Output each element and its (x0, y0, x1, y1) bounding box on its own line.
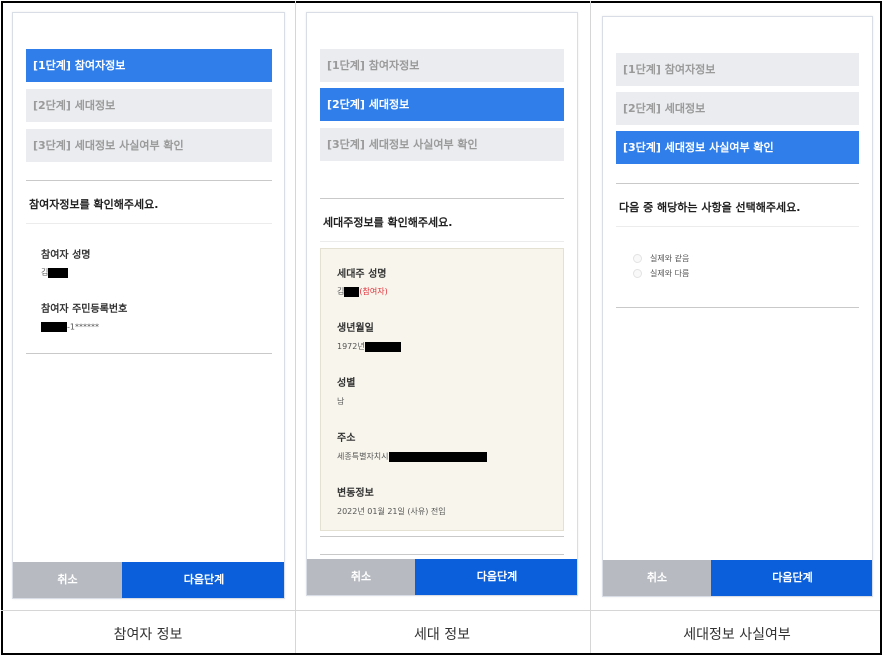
cancel-button[interactable]: 취소 (307, 559, 415, 595)
address-label: 주소 (337, 433, 356, 444)
head-name-value: 김 (참여자) (337, 286, 388, 297)
participant-id-value: -1****** (41, 322, 99, 332)
divider (26, 223, 272, 224)
participant-name-value: 김 (41, 267, 69, 278)
redaction-bar (364, 341, 401, 352)
redaction-bar (41, 322, 67, 332)
divider (616, 183, 859, 184)
address-value: 세종특별자치시 (337, 451, 487, 462)
cancel-button[interactable]: 취소 (603, 560, 711, 596)
step-2-tab[interactable]: [2단계] 세대정보 (26, 89, 272, 122)
participant-id-label: 참여자 주민등록번호 (41, 304, 128, 315)
step-3-tab[interactable]: [3단계] 세대정보 사실여부 확인 (26, 129, 272, 162)
step-2-tab[interactable]: [2단계] 세대정보 (616, 92, 859, 125)
head-name-label: 세대주 성명 (337, 269, 387, 280)
redaction-bar (48, 267, 69, 278)
step-1-tab[interactable]: [1단계] 참여자정보 (616, 53, 859, 86)
caption-screen3: 세대정보 사실여부 (683, 627, 791, 643)
divider (320, 554, 564, 555)
cancel-button[interactable]: 취소 (13, 562, 122, 598)
birth-value: 1972년 (337, 341, 401, 352)
divider (616, 226, 859, 227)
divider (320, 536, 564, 537)
divider (616, 307, 859, 308)
column-divider (295, 1, 296, 653)
household-info-box: 세대주 성명 김 (참여자) 생년월일 1972년 성별 남 주소 세종특별자치시… (320, 248, 564, 531)
step-1-tab[interactable]: [1단계] 참여자정보 (26, 49, 272, 82)
phone-screen-verification: [1단계] 참여자정보 [2단계] 세대정보 [3단계] 세대정보 사실여부 확… (602, 16, 873, 597)
gender-value: 남 (337, 397, 345, 406)
change-info-label: 변동정보 (337, 488, 374, 499)
caption-divider (1, 610, 880, 611)
participant-name-label: 참여자 성명 (41, 250, 91, 261)
divider (26, 353, 272, 354)
phone-screen-household: [1단계] 참여자정보 [2단계] 세대정보 [3단계] 세대정보 사실여부 확… (306, 12, 578, 596)
divider (320, 241, 564, 242)
step-1-tab[interactable]: [1단계] 참여자정보 (320, 49, 564, 82)
phone-screen-participant: [1단계] 참여자정보 [2단계] 세대정보 [3단계] 세대정보 사실여부 확… (12, 12, 285, 599)
next-step-button[interactable]: 다음단계 (711, 560, 872, 596)
redaction-bar (388, 451, 487, 462)
redaction-bar (344, 286, 360, 297)
next-step-button[interactable]: 다음단계 (122, 562, 284, 598)
radio-circle-icon[interactable] (633, 269, 642, 278)
divider (320, 198, 564, 199)
gender-label: 성별 (337, 378, 356, 389)
section-title: 다음 중 해당하는 사항을 선택해주세요. (619, 201, 801, 214)
step-2-tab[interactable]: [2단계] 세대정보 (320, 88, 564, 121)
change-info-value: 2022년 01월 21일 (사유) 전입 (337, 507, 446, 516)
radio-circle-icon[interactable] (633, 254, 642, 263)
divider (26, 180, 272, 181)
next-step-button[interactable]: 다음단계 (415, 559, 577, 595)
step-3-tab[interactable]: [3단계] 세대정보 사실여부 확인 (320, 128, 564, 161)
section-title: 참여자정보를 확인해주세요. (29, 198, 159, 211)
birth-label: 생년월일 (337, 323, 374, 334)
column-divider (590, 1, 591, 653)
step-3-tab[interactable]: [3단계] 세대정보 사실여부 확인 (616, 131, 859, 164)
section-title: 세대주정보를 확인해주세요. (323, 216, 453, 229)
caption-screen2: 세대 정보 (414, 627, 470, 643)
caption-screen1: 참여자 정보 (113, 627, 183, 643)
